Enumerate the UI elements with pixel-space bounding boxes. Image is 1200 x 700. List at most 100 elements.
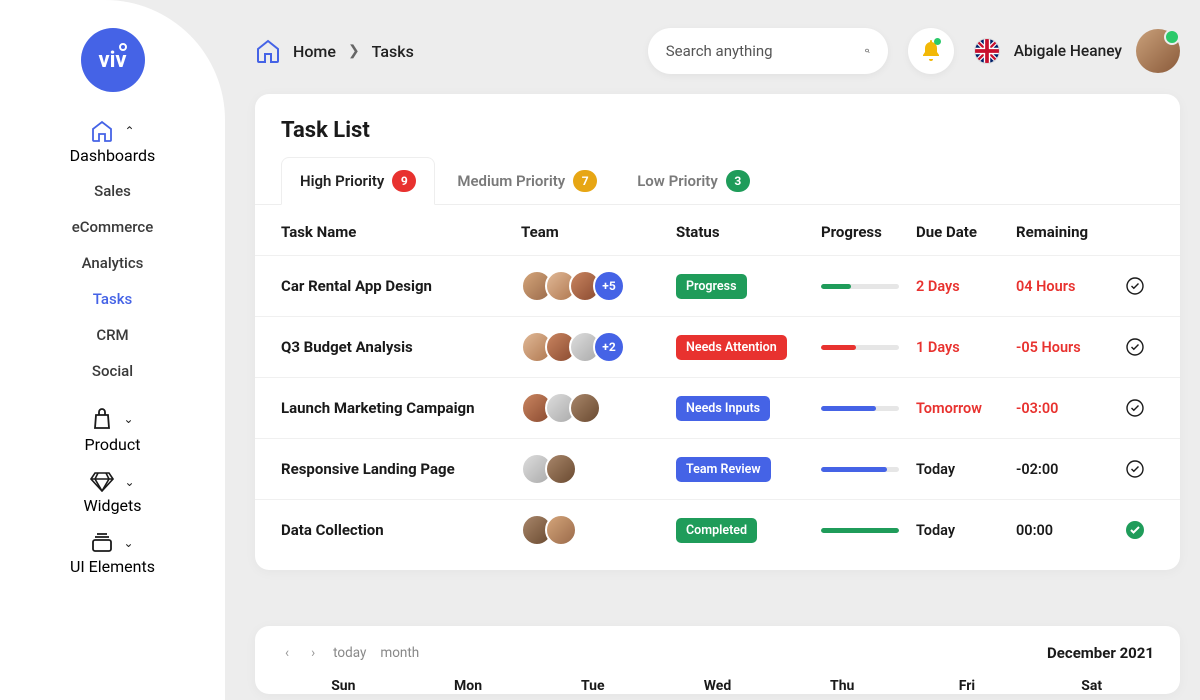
calendar-next-button[interactable]: › [307, 645, 319, 661]
nav-item-sales[interactable]: Sales [0, 173, 225, 209]
breadcrumb-home[interactable]: Home [293, 42, 336, 61]
status-badge: Completed [676, 518, 757, 543]
breadcrumb-current: Tasks [372, 42, 414, 61]
avatar[interactable] [569, 392, 601, 424]
remaining-time: 04 Hours [1016, 278, 1126, 295]
task-name: Launch Marketing Campaign [281, 399, 521, 417]
avatar[interactable] [545, 514, 577, 546]
check-circle-icon[interactable] [1126, 338, 1144, 356]
check-circle-icon[interactable] [1126, 460, 1144, 478]
nav-item-tasks[interactable]: Tasks [0, 281, 225, 317]
nav-group-product: ⌄ Product [0, 407, 225, 454]
card-title: Task List [255, 118, 1180, 157]
avatar-more[interactable]: +2 [593, 331, 625, 363]
due-date: 2 Days [916, 278, 1016, 295]
avatar[interactable] [545, 453, 577, 485]
language-flag-uk[interactable] [974, 38, 1000, 64]
tab-low-priority[interactable]: Low Priority 3 [619, 158, 768, 204]
due-date: Today [916, 461, 1016, 478]
nav-item-analytics[interactable]: Analytics [0, 245, 225, 281]
progress-bar [821, 467, 899, 472]
nav-item-social[interactable]: Social [0, 353, 225, 389]
nav-head-product[interactable]: ⌄ Product [0, 407, 225, 454]
calendar-card: ‹ › today month December 2021 Sun Mon Tu… [255, 626, 1180, 694]
team-avatars [521, 392, 676, 424]
tab-label: High Priority [300, 172, 384, 190]
check-circle-filled-icon[interactable] [1126, 521, 1144, 539]
table-header: Task Name Team Status Progress Due Date … [255, 205, 1180, 255]
progress-bar [821, 528, 899, 533]
nav-head-dashboards[interactable]: ⌃ Dashboards [0, 120, 225, 165]
search-box[interactable] [648, 28, 888, 74]
remaining-time: -05 Hours [1016, 339, 1126, 356]
nav-item-ecommerce[interactable]: eCommerce [0, 209, 225, 245]
user-avatar[interactable] [1136, 29, 1180, 73]
progress-bar [821, 406, 899, 411]
nav-head-widgets[interactable]: ⌄ Widgets [0, 472, 225, 515]
task-name: Responsive Landing Page [281, 460, 521, 478]
calendar-prev-button[interactable]: ‹ [281, 645, 293, 661]
tab-label: Medium Priority [457, 172, 565, 190]
search-input[interactable] [666, 42, 865, 60]
progress-bar [821, 345, 899, 350]
task-table: Task Name Team Status Progress Due Date … [255, 205, 1180, 560]
task-list-card: Task List High Priority 9 Medium Priorit… [255, 94, 1180, 570]
status-badge: Needs Inputs [676, 396, 770, 421]
col-remaining: Remaining [1016, 223, 1126, 241]
calendar-day-headers: Sun Mon Tue Wed Thu Fri Sat [281, 678, 1154, 694]
table-row[interactable]: Launch Marketing Campaign Needs Inputs Tom… [255, 377, 1180, 438]
user-name[interactable]: Abigale Heaney [1014, 42, 1122, 60]
calendar-toolbar: ‹ › today month December 2021 [281, 644, 1154, 662]
status-badge: Progress [676, 274, 747, 299]
calendar-title: December 2021 [1047, 644, 1154, 662]
chevron-up-icon: ⌃ [124, 124, 134, 138]
notifications-button[interactable] [908, 28, 954, 74]
priority-tabs: High Priority 9 Medium Priority 7 Low Pr… [255, 157, 1180, 205]
nav-head-ui-elements[interactable]: ⌄ UI Elements [0, 533, 225, 576]
logo-dot-icon [119, 43, 127, 51]
table-row[interactable]: Responsive Landing PageTeam ReviewToday-… [255, 438, 1180, 499]
stack-icon [91, 533, 113, 553]
chevron-down-icon: ⌄ [123, 412, 133, 426]
sidebar: viv ⌃ Dashboards Sales eCommerce Analyti… [0, 0, 225, 700]
team-avatars [521, 514, 676, 546]
check-circle-icon[interactable] [1126, 277, 1144, 295]
nav-label: Dashboards [70, 146, 156, 165]
tab-high-priority[interactable]: High Priority 9 [281, 157, 435, 205]
col-progress: Progress [821, 223, 916, 241]
table-row[interactable]: Car Rental App Design+5Progress2 Days04 … [255, 255, 1180, 316]
remaining-time: 00:00 [1016, 522, 1126, 539]
nav-item-crm[interactable]: CRM [0, 317, 225, 353]
check-circle-icon[interactable] [1126, 399, 1144, 417]
table-row[interactable]: Data CollectionCompletedToday00:00 [255, 499, 1180, 560]
home-icon[interactable] [255, 39, 281, 63]
day-head: Sun [281, 678, 406, 694]
home-icon [90, 120, 114, 142]
brand-logo[interactable]: viv [81, 28, 145, 92]
col-task-name: Task Name [281, 223, 521, 241]
breadcrumb: Home ❯ Tasks [255, 39, 414, 63]
task-name: Q3 Budget Analysis [281, 338, 521, 356]
nav-label: Product [85, 435, 141, 454]
table-row[interactable]: Q3 Budget Analysis+2Needs Attention1 Day… [255, 316, 1180, 377]
tab-label: Low Priority [637, 172, 718, 190]
progress-bar [821, 284, 899, 289]
tab-medium-priority[interactable]: Medium Priority 7 [439, 158, 615, 204]
calendar-today-button[interactable]: today [333, 645, 366, 661]
day-head: Thu [780, 678, 905, 694]
search-icon[interactable] [865, 41, 870, 61]
team-avatars: +2 [521, 331, 676, 363]
nav-items-dashboards: Sales eCommerce Analytics Tasks CRM Soci… [0, 173, 225, 389]
tab-count-badge: 9 [392, 170, 416, 192]
remaining-time: -02:00 [1016, 461, 1126, 478]
due-date: Today [916, 522, 1016, 539]
calendar-month-button[interactable]: month [380, 645, 419, 661]
topbar: Home ❯ Tasks Abigale Heaney [255, 26, 1180, 76]
due-date: Tomorrow [916, 400, 1016, 417]
team-avatars [521, 453, 676, 485]
tab-count-badge: 7 [573, 170, 597, 192]
notification-dot-icon [934, 38, 941, 45]
nav-label: UI Elements [70, 557, 155, 576]
nav-group-ui-elements: ⌄ UI Elements [0, 533, 225, 576]
avatar-more[interactable]: +5 [593, 270, 625, 302]
